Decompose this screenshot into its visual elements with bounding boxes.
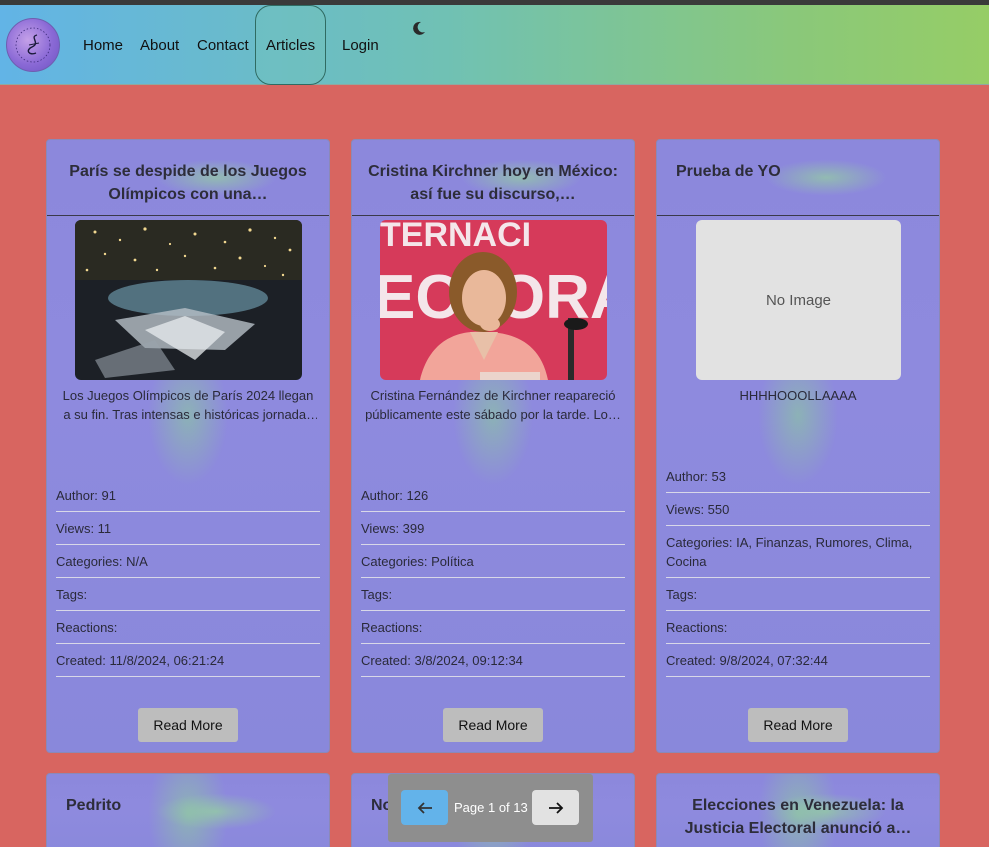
card-image[interactable]: TERNACI ECTORA [380, 220, 607, 380]
card-reactions: Reactions: [361, 618, 625, 644]
card-reactions: Reactions: [666, 618, 930, 644]
article-card: Prueba de YO No Image HHHHOOOLLAAAA Auth… [656, 139, 940, 753]
arrow-left-icon [417, 801, 432, 814]
prev-page-button[interactable] [401, 790, 448, 825]
page-indicator: Page 1 of 13 [454, 800, 528, 815]
card-image[interactable] [75, 220, 302, 380]
nav-about[interactable]: About [140, 5, 179, 85]
card-categories: Categories: IA, Finanzas, Rumores, Clima… [666, 533, 930, 578]
card-description: Los Juegos Olímpicos de París 2024 llega… [62, 388, 314, 422]
card-header: Cristina Kirchner hoy en México: así fue… [352, 140, 634, 216]
svg-text:TERNACI: TERNACI [380, 220, 531, 254]
card-views: Views: 11 [56, 519, 320, 545]
read-more-button[interactable]: Read More [748, 708, 848, 742]
read-more-button[interactable]: Read More [443, 708, 543, 742]
card-header: Elecciones en Venezuela: la Justicia Ele… [657, 774, 939, 847]
cristina-kirchner-image: TERNACI ECTORA [380, 220, 607, 380]
navbar: Home About Contact Articles Login [0, 5, 989, 85]
nav-articles[interactable]: Articles [255, 5, 327, 85]
card-tags: Tags: [361, 585, 625, 611]
card-views: Views: 550 [666, 500, 930, 526]
card-header: Prueba de YO [657, 140, 939, 216]
card-title[interactable]: París se despide de los Juegos Olímpicos… [61, 160, 315, 206]
card-header: Pedrito [47, 774, 329, 847]
card-description: Cristina Fernández de Kirchner reapareci… [365, 388, 621, 422]
article-card: Pedrito [46, 773, 330, 847]
card-tags: Tags: [666, 585, 930, 611]
card-description: HHHHOOOLLAAAA [739, 388, 857, 403]
card-categories: Categories: N/A [56, 552, 320, 578]
card-created: Created: 3/8/2024, 09:12:34 [361, 651, 625, 677]
nav-home[interactable]: Home [83, 5, 123, 85]
card-title[interactable]: Pedrito [66, 794, 315, 817]
card-views: Views: 399 [361, 519, 625, 545]
card-author: Author: 91 [56, 486, 320, 512]
arrow-right-icon [548, 801, 563, 814]
card-reactions: Reactions: [56, 618, 320, 644]
card-author: Author: 126 [361, 486, 625, 512]
card-author: Author: 53 [666, 467, 930, 493]
nav-contact[interactable]: Contact [197, 5, 249, 85]
article-card: París se despide de los Juegos Olímpicos… [46, 139, 330, 753]
article-card: Cristina Kirchner hoy en México: así fue… [351, 139, 635, 753]
article-card: Elecciones en Venezuela: la Justicia Ele… [656, 773, 940, 847]
card-created: Created: 11/8/2024, 06:21:24 [56, 651, 320, 677]
card-categories: Categories: Política [361, 552, 625, 578]
logo-icon [15, 27, 51, 63]
olympics-ceremony-image [75, 220, 302, 380]
next-page-button[interactable] [532, 790, 579, 825]
card-tags: Tags: [56, 585, 320, 611]
nav-login[interactable]: Login [342, 5, 379, 85]
card-created: Created: 9/8/2024, 07:32:44 [666, 651, 930, 677]
card-header: París se despide de los Juegos Olímpicos… [47, 140, 329, 216]
dark-mode-moon-icon[interactable] [410, 19, 428, 37]
card-title[interactable]: Cristina Kirchner hoy en México: así fue… [366, 160, 620, 206]
pagination: Page 1 of 13 [388, 774, 593, 842]
card-title[interactable]: Elecciones en Venezuela: la Justicia Ele… [671, 794, 925, 840]
read-more-button[interactable]: Read More [138, 708, 238, 742]
site-logo[interactable] [6, 18, 60, 72]
card-title[interactable]: Prueba de YO [676, 160, 925, 183]
no-image-placeholder: No Image [696, 220, 901, 380]
